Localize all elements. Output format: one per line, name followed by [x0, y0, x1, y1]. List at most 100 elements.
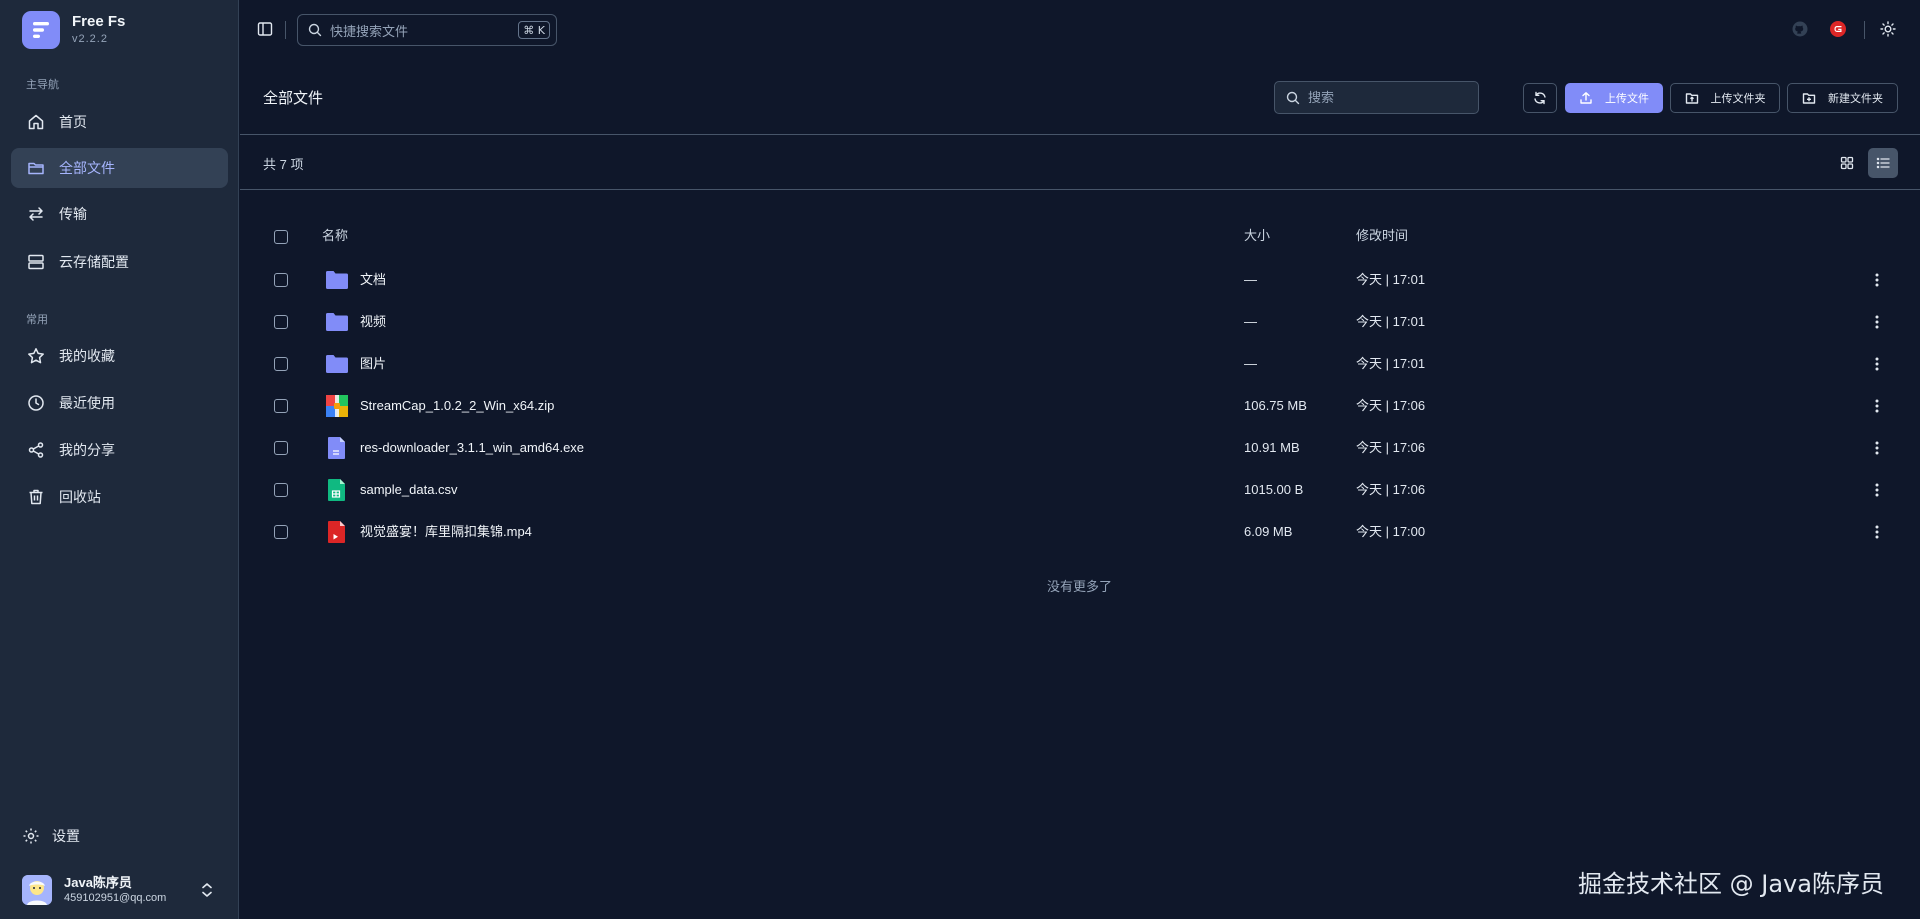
row-checkbox[interactable]	[274, 357, 288, 371]
item-count: 共 7 项	[263, 157, 304, 172]
transfer-icon	[29, 207, 43, 221]
table-row[interactable]: res-downloader_3.1.1_win_amd64.exe 10.91…	[240, 427, 1920, 469]
file-size: 6.09 MB	[1244, 524, 1293, 539]
more-actions-icon[interactable]	[1872, 481, 1882, 499]
file-size: —	[1244, 272, 1257, 287]
refresh-button[interactable]	[1523, 83, 1557, 113]
file-name[interactable]: 文档	[360, 259, 386, 301]
theme-toggle-sun-icon[interactable]	[1880, 21, 1896, 37]
more-actions-icon[interactable]	[1872, 397, 1882, 415]
sidebar-item-all-files[interactable]: 全部文件	[11, 148, 228, 188]
column-header-size[interactable]: 大小	[1244, 215, 1270, 257]
file-name[interactable]: StreamCap_1.0.2_2_Win_x64.zip	[360, 385, 554, 427]
video-file-icon	[328, 521, 345, 543]
sidebar-item-recent[interactable]: 最近使用	[11, 383, 228, 423]
column-header-modified[interactable]: 修改时间	[1356, 215, 1408, 257]
sidebar-item-label: 云存储配置	[59, 254, 129, 270]
server-icon	[28, 254, 44, 270]
app-logo-icon	[22, 11, 60, 49]
file-name[interactable]: 图片	[360, 343, 386, 385]
table-row[interactable]: StreamCap_1.0.2_2_Win_x64.zip 106.75 MB …	[240, 385, 1920, 427]
file-search-input[interactable]	[1308, 90, 1458, 105]
new-folder-label: 新建文件夹	[1828, 93, 1883, 105]
file-name[interactable]: sample_data.csv	[360, 469, 458, 511]
toolbar-row: 共 7 项	[240, 135, 1920, 190]
app-name: Free Fs	[72, 13, 126, 30]
brand[interactable]: Free Fs v2.2.2	[22, 11, 125, 49]
sidebar-item-label: 全部文件	[59, 160, 115, 176]
sidebar-item-label: 我的分享	[59, 442, 115, 458]
column-header-name[interactable]: 名称	[322, 215, 348, 257]
quick-search[interactable]: 快捷搜索文件 ⌘ K	[297, 14, 557, 46]
file-modified: 今天 | 17:00	[1356, 524, 1426, 539]
topbar-divider	[285, 21, 286, 39]
sidebar-item-favorites[interactable]: 我的收藏	[11, 336, 228, 376]
file-modified: 今天 | 17:06	[1356, 398, 1426, 413]
upload-folder-label: 上传文件夹	[1710, 93, 1766, 105]
table-row[interactable]: 视觉盛宴！库里隔扣集锦.mp4 6.09 MB 今天 | 17:00	[240, 511, 1920, 553]
more-actions-icon[interactable]	[1872, 523, 1882, 541]
upload-folder-button[interactable]: 上传文件夹	[1670, 83, 1780, 113]
more-actions-icon[interactable]	[1872, 355, 1882, 373]
upload-file-button[interactable]: 上传文件	[1565, 83, 1663, 113]
sidebar-item-label: 我的收藏	[59, 348, 115, 364]
table-row[interactable]: sample_data.csv 1015.00 B 今天 | 17:06	[240, 469, 1920, 511]
clock-icon	[28, 395, 44, 411]
shortcut-badge: ⌘ K	[518, 21, 550, 39]
github-icon[interactable]	[1792, 21, 1808, 37]
more-actions-icon[interactable]	[1872, 313, 1882, 331]
file-modified: 今天 | 17:01	[1356, 272, 1426, 287]
folder-icon	[326, 355, 348, 373]
more-actions-icon[interactable]	[1872, 271, 1882, 289]
settings-link[interactable]: 设置	[22, 826, 80, 846]
table-row[interactable]: 图片 — 今天 | 17:01	[240, 343, 1920, 385]
chevron-up-down-icon	[202, 883, 212, 897]
content-header: 全部文件 上传文件 上传文件夹 新建文件夹	[240, 60, 1920, 135]
file-search[interactable]	[1274, 81, 1479, 114]
row-checkbox[interactable]	[274, 441, 288, 455]
select-all-checkbox[interactable]	[274, 230, 288, 244]
file-size: —	[1244, 356, 1257, 371]
sidebar-item-storage-config[interactable]: 云存储配置	[11, 242, 228, 282]
sidebar-item-label: 回收站	[59, 489, 101, 505]
file-name[interactable]: res-downloader_3.1.1_win_amd64.exe	[360, 427, 584, 469]
avatar	[22, 875, 52, 905]
table-row[interactable]: 视频 — 今天 | 17:01	[240, 301, 1920, 343]
spreadsheet-file-icon	[328, 479, 345, 501]
file-size: 1015.00 B	[1244, 482, 1304, 497]
row-checkbox[interactable]	[274, 483, 288, 497]
sidebar-toggle-icon[interactable]	[257, 21, 273, 37]
new-folder-button[interactable]: 新建文件夹	[1787, 83, 1898, 113]
row-checkbox[interactable]	[274, 525, 288, 539]
sidebar-item-shares[interactable]: 我的分享	[11, 430, 228, 470]
list-view-button[interactable]	[1868, 148, 1898, 178]
file-modified: 今天 | 17:06	[1356, 482, 1426, 497]
upload-file-label: 上传文件	[1605, 93, 1649, 105]
row-checkbox[interactable]	[274, 399, 288, 413]
row-checkbox[interactable]	[274, 273, 288, 287]
share-icon	[28, 442, 44, 458]
refresh-icon	[1534, 91, 1546, 105]
trash-icon	[29, 489, 43, 505]
table-row[interactable]: 文档 — 今天 | 17:01	[240, 259, 1920, 301]
sidebar-item-trash[interactable]: 回收站	[11, 477, 228, 517]
sidebar: Free Fs v2.2.2 主导航 首页 全部文件 传输 云存储配置 常用 我…	[0, 0, 239, 919]
nav-group-common: 常用	[26, 314, 48, 326]
list-icon	[1876, 157, 1890, 169]
folder-open-icon	[28, 162, 44, 175]
folder-icon	[326, 313, 348, 331]
user-menu[interactable]: Java陈序员 459102951@qq.com	[22, 874, 222, 906]
row-checkbox[interactable]	[274, 315, 288, 329]
sidebar-item-home[interactable]: 首页	[11, 102, 228, 142]
file-size: 106.75 MB	[1244, 398, 1307, 413]
file-name[interactable]: 视觉盛宴！库里隔扣集锦.mp4	[360, 511, 532, 553]
file-name[interactable]: 视频	[360, 301, 386, 343]
gitee-icon[interactable]	[1830, 21, 1846, 37]
topbar: 快捷搜索文件 ⌘ K	[240, 0, 1920, 60]
sidebar-item-transfer[interactable]: 传输	[11, 194, 228, 234]
more-actions-icon[interactable]	[1872, 439, 1882, 457]
quick-search-placeholder: 快捷搜索文件	[330, 23, 409, 39]
grid-view-button[interactable]	[1832, 148, 1862, 178]
app-version: v2.2.2	[72, 33, 108, 45]
file-modified: 今天 | 17:01	[1356, 314, 1426, 329]
